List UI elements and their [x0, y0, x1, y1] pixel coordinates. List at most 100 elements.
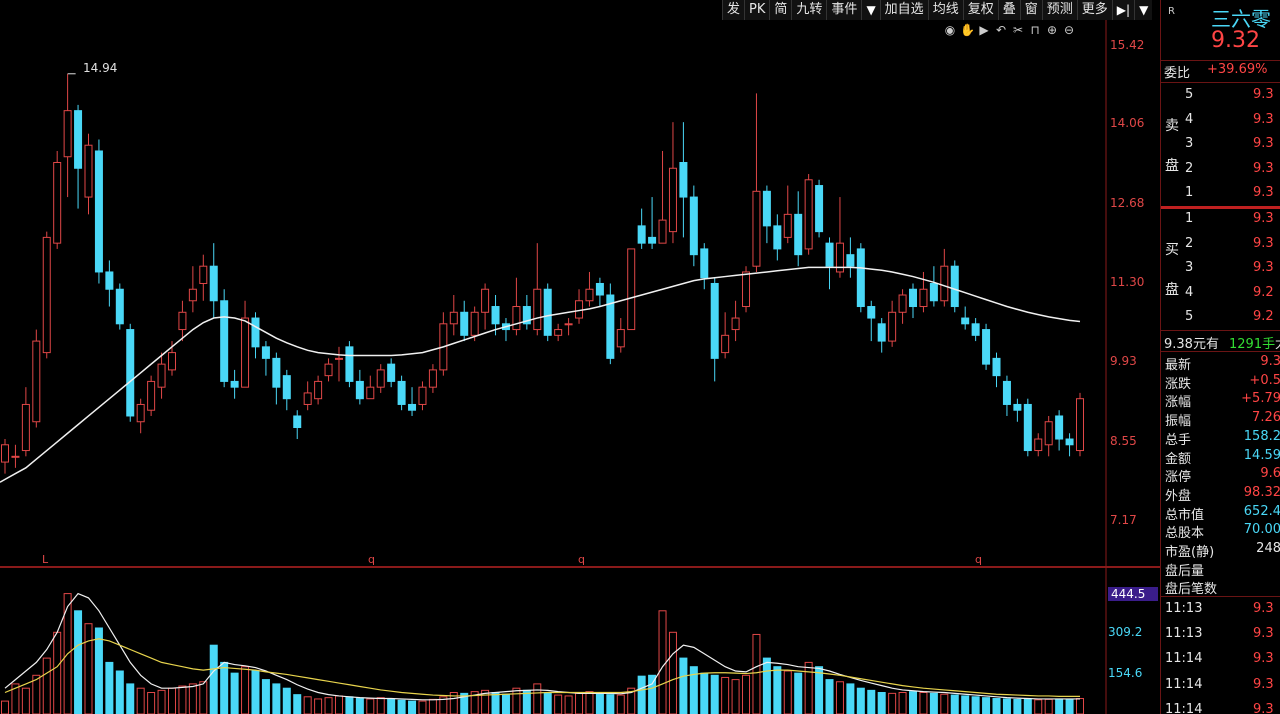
toolbar-item-11[interactable]: 预测	[1041, 0, 1077, 20]
lock-icon[interactable]: ⊓	[1028, 23, 1042, 37]
candle-body-34	[355, 380, 364, 400]
kline-chart[interactable]	[0, 0, 1160, 714]
volume-bar-99	[1034, 699, 1043, 714]
volume-bar-40	[418, 700, 427, 714]
volume-bar-32	[334, 695, 343, 714]
volume-bar-102	[1065, 698, 1074, 714]
buy-book-price-1: 9.3	[1253, 235, 1274, 251]
candle-body-100	[1044, 421, 1053, 446]
volume-bar-37	[387, 698, 396, 714]
hand-icon[interactable]: ✋	[960, 23, 975, 37]
volume-bar-27	[282, 687, 291, 714]
candle-body-101	[1055, 415, 1064, 440]
volume-bar-21	[220, 661, 229, 714]
volume-tick-2: 154.6	[1108, 666, 1143, 680]
price-tick-3: 11.30	[1110, 275, 1145, 290]
candle-body-91	[950, 265, 959, 308]
chart-toolbar: 发 PK 简九转 事件 ▼ 加自选 均线 复权叠窗预测 更多 ▶| ▼	[722, 0, 1153, 20]
volume-bar-101	[1055, 698, 1064, 714]
stat-label-0: 最新	[1165, 358, 1192, 373]
toolbar-item-10[interactable]: 窗	[1019, 0, 1042, 20]
candle-body-15	[157, 363, 166, 388]
candle-body-18	[188, 288, 197, 302]
candle-body-43	[449, 311, 458, 325]
buy-book-label-1: 盘	[1165, 282, 1179, 298]
candle-body-66	[689, 196, 698, 256]
candle-body-5	[53, 162, 62, 244]
volume-bar-36	[376, 697, 385, 714]
price-tick-1: 14.06	[1110, 116, 1145, 131]
volume-bar-53	[554, 694, 563, 714]
volume-bar-89	[929, 692, 938, 714]
volume-bar-92	[961, 695, 970, 714]
toolbar-item-13[interactable]: ▶|	[1111, 0, 1134, 20]
volume-bar-65	[679, 657, 688, 714]
candle-body-95	[992, 357, 1001, 377]
candle-body-60	[627, 248, 636, 331]
toolbar-item-7[interactable]: 均线	[927, 0, 963, 20]
undo-icon[interactable]: ↶	[994, 23, 1008, 37]
volume-bar-51	[533, 683, 542, 714]
volume-bar-97	[1013, 698, 1022, 714]
play-icon[interactable]: ▶	[977, 23, 991, 37]
toolbar-item-0[interactable]: 发	[722, 0, 744, 20]
sell-book-price-4: 9.3	[1253, 185, 1274, 200]
scissors-icon[interactable]: ✂	[1011, 23, 1025, 37]
toolbar-item-5[interactable]: ▼	[861, 0, 879, 20]
buy-book-level-3: 4	[1185, 284, 1194, 300]
trade-time-1: 11:13	[1165, 626, 1203, 642]
toolbar-item-6[interactable]: 加自选	[879, 0, 928, 20]
volume-bar-26	[272, 683, 281, 714]
trade-price-0: 9.3	[1253, 601, 1274, 616]
toolbar-item-3[interactable]: 九转	[791, 0, 826, 20]
toolbar-item-9[interactable]: 叠	[997, 0, 1020, 20]
candle-body-73	[762, 190, 771, 227]
toolbar-item-4[interactable]: 事件	[826, 0, 861, 20]
volume-bar-100	[1044, 698, 1053, 714]
trade-time-3: 11:14	[1165, 676, 1203, 692]
volume-bar-54	[564, 695, 573, 714]
candle-body-35	[366, 386, 375, 400]
chart-area[interactable]: 发 PK 简九转 事件 ▼ 加自选 均线 复权叠窗预测 更多 ▶| ▼ ◉ ✋ ▶ ↶ ✂ ⊓ ⊕ …	[0, 0, 1160, 714]
volume-bar-4	[42, 657, 51, 714]
volume-bar-103	[1076, 698, 1084, 714]
trade-price-3: 9.3	[1253, 676, 1274, 692]
volume-bar-31	[324, 697, 333, 714]
volume-bar-80	[835, 681, 844, 714]
stat-value-3: 7.26	[1252, 410, 1280, 426]
candle-body-94	[982, 329, 991, 365]
candle-body-87	[909, 288, 918, 308]
date-marker-1: q	[368, 553, 375, 566]
zoom-out-icon[interactable]: ⊖	[1062, 23, 1076, 37]
stat-label-2: 涨幅	[1165, 395, 1192, 411]
stat-value-1: +0.5	[1249, 372, 1280, 388]
eye-icon[interactable]: ◉	[943, 23, 957, 37]
zoom-in-icon[interactable]: ⊕	[1045, 23, 1059, 37]
price-tick-0: 15.42	[1110, 38, 1145, 53]
volume-bar-61	[637, 675, 646, 714]
trade-time-0: 11:13	[1165, 601, 1203, 616]
candle-body-8	[84, 144, 93, 198]
toolbar-item-1[interactable]: PK	[744, 0, 769, 20]
candle-body-6	[63, 110, 72, 158]
toolbar-item-14[interactable]: ▼	[1134, 0, 1152, 20]
buy-book-level-1: 2	[1185, 235, 1194, 251]
buy-book-price-0: 9.3	[1253, 211, 1274, 226]
stat-label-1: 涨跌	[1165, 376, 1192, 392]
candle-body-96	[1002, 380, 1011, 405]
candle-body-97	[1013, 403, 1022, 411]
toolbar-item-12[interactable]: 更多	[1076, 0, 1112, 20]
candle-body-54	[564, 323, 573, 326]
toolbar-item-2[interactable]: 简	[769, 0, 791, 20]
toolbar-item-8[interactable]: 复权	[962, 0, 998, 20]
volume-bar-59	[616, 694, 625, 714]
stat-value-6: 9.6	[1260, 466, 1280, 482]
candle-body-17	[178, 311, 187, 331]
volume-bar-96	[1002, 698, 1011, 714]
volume-bar-77	[804, 661, 813, 714]
buy-book-price-3: 9.2	[1253, 284, 1274, 300]
volume-bar-67	[700, 672, 709, 714]
volume-bar-47	[491, 692, 500, 714]
candle-body-40	[418, 386, 427, 405]
volume-bar-30	[314, 698, 323, 714]
